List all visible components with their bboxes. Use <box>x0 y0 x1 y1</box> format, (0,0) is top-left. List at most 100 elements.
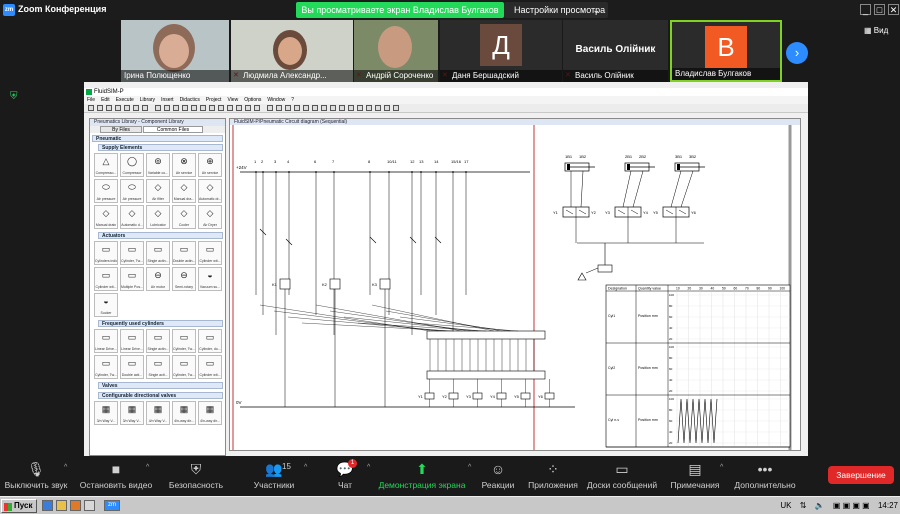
state-diagram-frame[interactable] <box>605 284 791 448</box>
chevron-up-icon[interactable]: ^ <box>468 464 471 471</box>
library-component[interactable]: ▭ Cylinders indic... <box>94 241 118 265</box>
end-meeting-button[interactable]: Завершение <box>828 466 894 484</box>
solenoid-coil[interactable] <box>544 392 555 400</box>
chevron-up-icon[interactable]: ^ <box>720 464 723 471</box>
toolbar-tool-icon[interactable] <box>303 105 309 111</box>
toolbar-tool-icon[interactable] <box>285 105 291 111</box>
share-screen-button[interactable]: ⬆ Демонстрация экрана ^ <box>378 456 472 496</box>
toolbar-tool-icon[interactable] <box>339 105 345 111</box>
participant-tile[interactable]: ✕ Людмила Александр... <box>231 20 353 82</box>
library-component[interactable]: ▦ 4/n Way V... <box>146 401 170 425</box>
video-button[interactable]: ■ Остановить видео ^ <box>78 456 154 496</box>
toolbar-tool-icon[interactable] <box>191 105 197 111</box>
toolbar-tool-icon[interactable] <box>97 105 103 111</box>
toolbar-tool-icon[interactable] <box>227 105 233 111</box>
chevron-up-icon[interactable]: ^ <box>367 464 370 471</box>
library-section-header[interactable]: Supply Elements <box>98 144 223 151</box>
library-component[interactable]: ▭ Single actin... <box>146 241 170 265</box>
library-section-header[interactable]: Configurable directional valves <box>98 392 223 399</box>
language-indicator[interactable]: UK <box>780 501 791 510</box>
menu-item[interactable]: Didactics <box>180 97 200 103</box>
library-component[interactable]: ⊚ Variable co... <box>146 153 170 177</box>
toolbar-tool-icon[interactable] <box>182 105 188 111</box>
library-component[interactable]: ◯ Compressor <box>120 153 144 177</box>
media-player-icon[interactable] <box>70 500 81 511</box>
close-button[interactable]: ✕ <box>888 4 899 15</box>
library-component[interactable]: ▭ Cylinder wit... <box>198 355 222 379</box>
toolbar-tool-icon[interactable] <box>133 105 139 111</box>
mute-button[interactable]: 🎙 Выключить звук ^ <box>2 456 70 496</box>
library-component[interactable]: ▦ 3/n Way V... <box>94 401 118 425</box>
library-root[interactable]: Pneumatic <box>92 135 223 142</box>
toolbar-tool-icon[interactable] <box>236 105 242 111</box>
library-component[interactable]: ▭ Double acti... <box>120 355 144 379</box>
toolbar-tool-icon[interactable] <box>164 105 170 111</box>
solenoid-coil[interactable] <box>448 392 459 400</box>
library-component[interactable]: ◒ Vacuum su... <box>198 267 222 291</box>
menu-item[interactable]: View <box>227 97 238 103</box>
toolbar-tool-icon[interactable] <box>384 105 390 111</box>
library-component[interactable]: ◇ Air Dryer <box>198 205 222 229</box>
library-component[interactable]: △ Compresso... <box>94 153 118 177</box>
browser-icon[interactable] <box>42 500 53 511</box>
compressor-icon[interactable] <box>577 272 587 281</box>
library-component[interactable]: ◇ Lubricator <box>146 205 170 229</box>
next-page-arrow-icon[interactable]: › <box>786 42 808 64</box>
library-component[interactable]: ▭ Single actin... <box>146 329 170 353</box>
library-component[interactable]: ▭ Cylinder, Tw... <box>172 329 196 353</box>
toolbar-tool-icon[interactable] <box>254 105 260 111</box>
library-component[interactable]: ▭ Cylinder, Tw... <box>94 355 118 379</box>
app-icon[interactable] <box>84 500 95 511</box>
toolbar-tool-icon[interactable] <box>142 105 148 111</box>
air-service-unit[interactable] <box>597 264 613 273</box>
minimize-button[interactable]: _ <box>860 4 871 15</box>
library-component[interactable]: ⊗ Air service <box>172 153 196 177</box>
library-component[interactable]: ◇ Air filter <box>146 179 170 203</box>
library-component[interactable]: ▦ 4/n-way dir... <box>198 401 222 425</box>
toolbar-tool-icon[interactable] <box>312 105 318 111</box>
security-button[interactable]: ⛨ Безопасность <box>166 456 226 496</box>
more-button[interactable]: ••• Дополнительно <box>730 456 800 496</box>
menu-item[interactable]: Edit <box>101 97 110 103</box>
library-component[interactable]: ◇ Automatic dr... <box>198 179 222 203</box>
library-component[interactable]: ◇ Cooler <box>172 205 196 229</box>
toolbar-tool-icon[interactable] <box>276 105 282 111</box>
library-section-header[interactable]: Frequently used cylinders <box>98 320 223 327</box>
library-component[interactable]: ▭ Cylinder, Tw... <box>120 241 144 265</box>
library-component[interactable]: ▦ 4/n-way dir... <box>172 401 196 425</box>
chevron-up-icon[interactable]: ^ <box>64 464 67 471</box>
library-section-header[interactable]: Actuators <box>98 232 223 239</box>
menu-item[interactable]: ? <box>291 97 294 103</box>
toolbar-tool-icon[interactable] <box>321 105 327 111</box>
library-component[interactable]: ◇ Manual drain <box>94 205 118 229</box>
chat-button[interactable]: 💬 1 Чат ^ <box>325 456 370 496</box>
toolbar-tool-icon[interactable] <box>124 105 130 111</box>
toolbar-tool-icon[interactable] <box>294 105 300 111</box>
tab-common-files[interactable]: Common Files <box>143 126 203 133</box>
whiteboards-button[interactable]: ▭ Доски сообщений <box>586 456 658 496</box>
library-component[interactable]: ⬭ Air pressure <box>120 179 144 203</box>
menu-item[interactable]: File <box>87 97 95 103</box>
library-component[interactable]: ▭ Multiple Pos... <box>120 267 144 291</box>
library-component[interactable]: ◇ Manual dra... <box>172 179 196 203</box>
toolbar-tool-icon[interactable] <box>366 105 372 111</box>
toolbar-tool-icon[interactable] <box>330 105 336 111</box>
toolbar-tool-icon[interactable] <box>88 105 94 111</box>
library-component[interactable]: ▭ Cylinder, Tw... <box>172 355 196 379</box>
toolbar-tool-icon[interactable] <box>348 105 354 111</box>
toolbar-tool-icon[interactable] <box>115 105 121 111</box>
toolbar-tool-icon[interactable] <box>267 105 273 111</box>
toolbar-tool-icon[interactable] <box>209 105 215 111</box>
reactions-button[interactable]: ☺ Реакции <box>478 456 518 496</box>
participant-tile[interactable]: ✕ Андрій Сороченко <box>354 20 438 82</box>
library-component[interactable]: ⬭ Air pressure <box>94 179 118 203</box>
library-component[interactable]: ▭ Cylinder, do... <box>198 329 222 353</box>
notes-button[interactable]: ▤ Примечания ^ <box>668 456 723 496</box>
library-component[interactable]: ▦ 3/n Way V... <box>120 401 144 425</box>
zoom-taskbar-icon[interactable]: zm <box>104 500 120 511</box>
library-section-header[interactable]: Valves <box>98 382 223 389</box>
shield-icon[interactable]: ⛨ <box>10 92 20 102</box>
toolbar-tool-icon[interactable] <box>200 105 206 111</box>
library-component[interactable]: ⊖ Air motor <box>146 267 170 291</box>
menu-item[interactable]: Project <box>206 97 222 103</box>
